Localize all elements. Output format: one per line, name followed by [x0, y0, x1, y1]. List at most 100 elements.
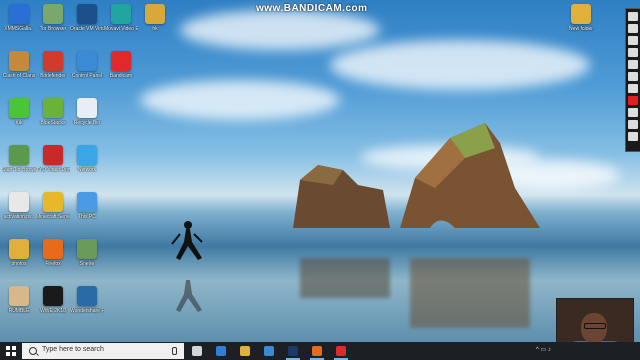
- search-placeholder: Type here to search: [42, 346, 104, 353]
- icon-label: Control Panel: [71, 73, 103, 79]
- search-icon: [29, 347, 37, 355]
- pen-tool-icon[interactable]: [628, 12, 638, 21]
- icon-label: activation.ps..: [3, 214, 35, 220]
- icon-network[interactable]: Network: [70, 145, 104, 173]
- fill-tool-icon[interactable]: [628, 84, 638, 93]
- rock-right-image: [400, 123, 540, 228]
- icon-oracle-vm[interactable]: Oracle VM VirtualBox (1): [70, 4, 104, 32]
- shape-tool-icon[interactable]: [628, 60, 638, 69]
- line-tool-icon[interactable]: [628, 108, 638, 117]
- taskbar-task-view-icon: [192, 346, 202, 356]
- icon-wondershare-filmora[interactable]: Wondershare Filmora: [70, 286, 104, 314]
- icon-minecraft-server-icon: [43, 192, 63, 212]
- icon-bluestacks-icon: [43, 98, 63, 118]
- icon-tiktok-video-downloader[interactable]: TYD Video Downloader: [36, 145, 70, 173]
- microphone-icon[interactable]: [172, 347, 177, 355]
- icon-tor-browser[interactable]: Tor Browser: [36, 4, 70, 32]
- taskbar-photoshop-icon: [288, 346, 298, 356]
- taskbar-bandicam[interactable]: [334, 344, 348, 360]
- icon-hk-icon: [145, 4, 165, 24]
- icon-bluestacks[interactable]: BlueStacks: [36, 98, 70, 126]
- drawing-toolbar[interactable]: [625, 8, 640, 152]
- icon-label: photos: [11, 261, 27, 267]
- icon-label: Network: [77, 167, 97, 173]
- icon-label: Firefox: [45, 261, 61, 267]
- taskbar-edge[interactable]: [214, 344, 228, 358]
- icon-clash-of-clans[interactable]: Clash of Clans: [2, 51, 36, 79]
- icon-recycle-bin-icon: [77, 98, 97, 118]
- icon-movavi-icon: [111, 4, 131, 24]
- marker-tool-icon[interactable]: [628, 36, 638, 45]
- icon-control-panel[interactable]: Control Panel: [70, 51, 104, 79]
- taskbar-firefox[interactable]: [310, 344, 324, 360]
- search-box[interactable]: Type here to search: [22, 343, 184, 359]
- icon-label: Bandicam: [109, 73, 133, 79]
- icon-clash-of-clans-icon: [9, 51, 29, 71]
- icon-wwe-2k18-icon: [43, 286, 63, 306]
- icon-label: New folder: [569, 26, 593, 32]
- icon-new-folder[interactable]: New folder: [564, 4, 598, 32]
- icon-label: Snelre: [79, 261, 95, 267]
- icon-kik[interactable]: Kik: [2, 98, 36, 126]
- icon-bandicam-icon: [111, 51, 131, 71]
- taskbar: Type here to search ^ ▭ ♪: [0, 342, 640, 360]
- runner-silhouette: [171, 221, 203, 312]
- icon-label: WWE 2K18: [40, 308, 66, 314]
- bandicam-watermark: www.BANDICAM.com: [256, 3, 368, 14]
- close-tool-icon[interactable]: [628, 132, 638, 141]
- icon-label: Minecraft Server: [36, 214, 70, 220]
- icon-kik-icon: [9, 98, 29, 118]
- icon-sambel[interactable]: Snelre: [70, 239, 104, 267]
- icon-movavi[interactable]: Movavi Video Edito...: [104, 4, 138, 32]
- icon-this-pc[interactable]: This PC: [70, 192, 104, 220]
- icon-start-tor-browser-icon: [9, 145, 29, 165]
- icon-start-tor-browser[interactable]: Start Tor Browser: [2, 145, 36, 173]
- icon-bitdefender[interactable]: Bitdefender: [36, 51, 70, 79]
- system-tray[interactable]: ^ ▭ ♪: [536, 346, 551, 353]
- color-tool-icon[interactable]: [628, 96, 638, 105]
- icon-label: Recycle Bin: [73, 120, 101, 126]
- icon-xmmsgalla-icon: [9, 4, 29, 24]
- eraser-tool-icon[interactable]: [628, 48, 638, 57]
- icon-rumbles-icon: [9, 286, 29, 306]
- icon-tiktok-video-downloader-icon: [43, 145, 63, 165]
- icon-label: hk: [152, 26, 158, 32]
- icon-minecraft-server[interactable]: Minecraft Server: [36, 192, 70, 220]
- taskbar-photoshop[interactable]: [286, 344, 300, 360]
- icon-xmmsgalla[interactable]: XMMSGalla..: [2, 4, 36, 32]
- icon-label: XMMSGalla..: [4, 26, 34, 32]
- icon-bandicam[interactable]: Bandicam: [104, 51, 138, 79]
- taskbar-store[interactable]: [262, 344, 276, 358]
- icon-label: Start Tor Browser: [2, 167, 36, 173]
- icon-label: Tor Browser: [39, 26, 67, 32]
- icon-label: Clash of Clans: [2, 73, 36, 79]
- text-tool-icon[interactable]: [628, 72, 638, 81]
- icon-oracle-vm-icon: [77, 4, 97, 24]
- icon-wwe-2k18[interactable]: WWE 2K18: [36, 286, 70, 314]
- icon-activation-icon: [9, 192, 29, 212]
- icon-label: Bitdefender: [40, 73, 66, 79]
- clear-tool-icon[interactable]: [628, 120, 638, 129]
- taskbar-file-explorer[interactable]: [238, 344, 252, 358]
- icon-rumbles[interactable]: RUMBLE: [2, 286, 36, 314]
- webcam-overlay: [556, 298, 634, 342]
- icon-hk[interactable]: hk: [138, 4, 172, 32]
- icon-bitdefender-icon: [43, 51, 63, 71]
- icon-label: Kik: [15, 120, 23, 126]
- taskbar-bandicam-icon: [336, 346, 346, 356]
- icon-label: Movavi Video Edito...: [104, 26, 138, 32]
- desktop-background[interactable]: www.BANDICAM.com XMMSGalla.. Tor Browser O…: [0, 0, 640, 342]
- icon-label: BlueStacks: [40, 120, 66, 126]
- taskbar-firefox-icon: [312, 346, 322, 356]
- icon-firefox[interactable]: Firefox: [36, 239, 70, 267]
- icon-photos[interactable]: photos: [2, 239, 36, 267]
- icon-recycle-bin[interactable]: Recycle Bin: [70, 98, 104, 126]
- icon-tor-browser-icon: [43, 4, 63, 24]
- start-button[interactable]: [0, 342, 22, 360]
- taskbar-task-view[interactable]: [190, 344, 204, 358]
- taskbar-edge-icon: [216, 346, 226, 356]
- icon-activation[interactable]: activation.ps..: [2, 192, 36, 220]
- icon-label: Wondershare Filmora: [70, 308, 104, 314]
- rock-left-image: [293, 165, 390, 228]
- pencil-tool-icon[interactable]: [628, 24, 638, 33]
